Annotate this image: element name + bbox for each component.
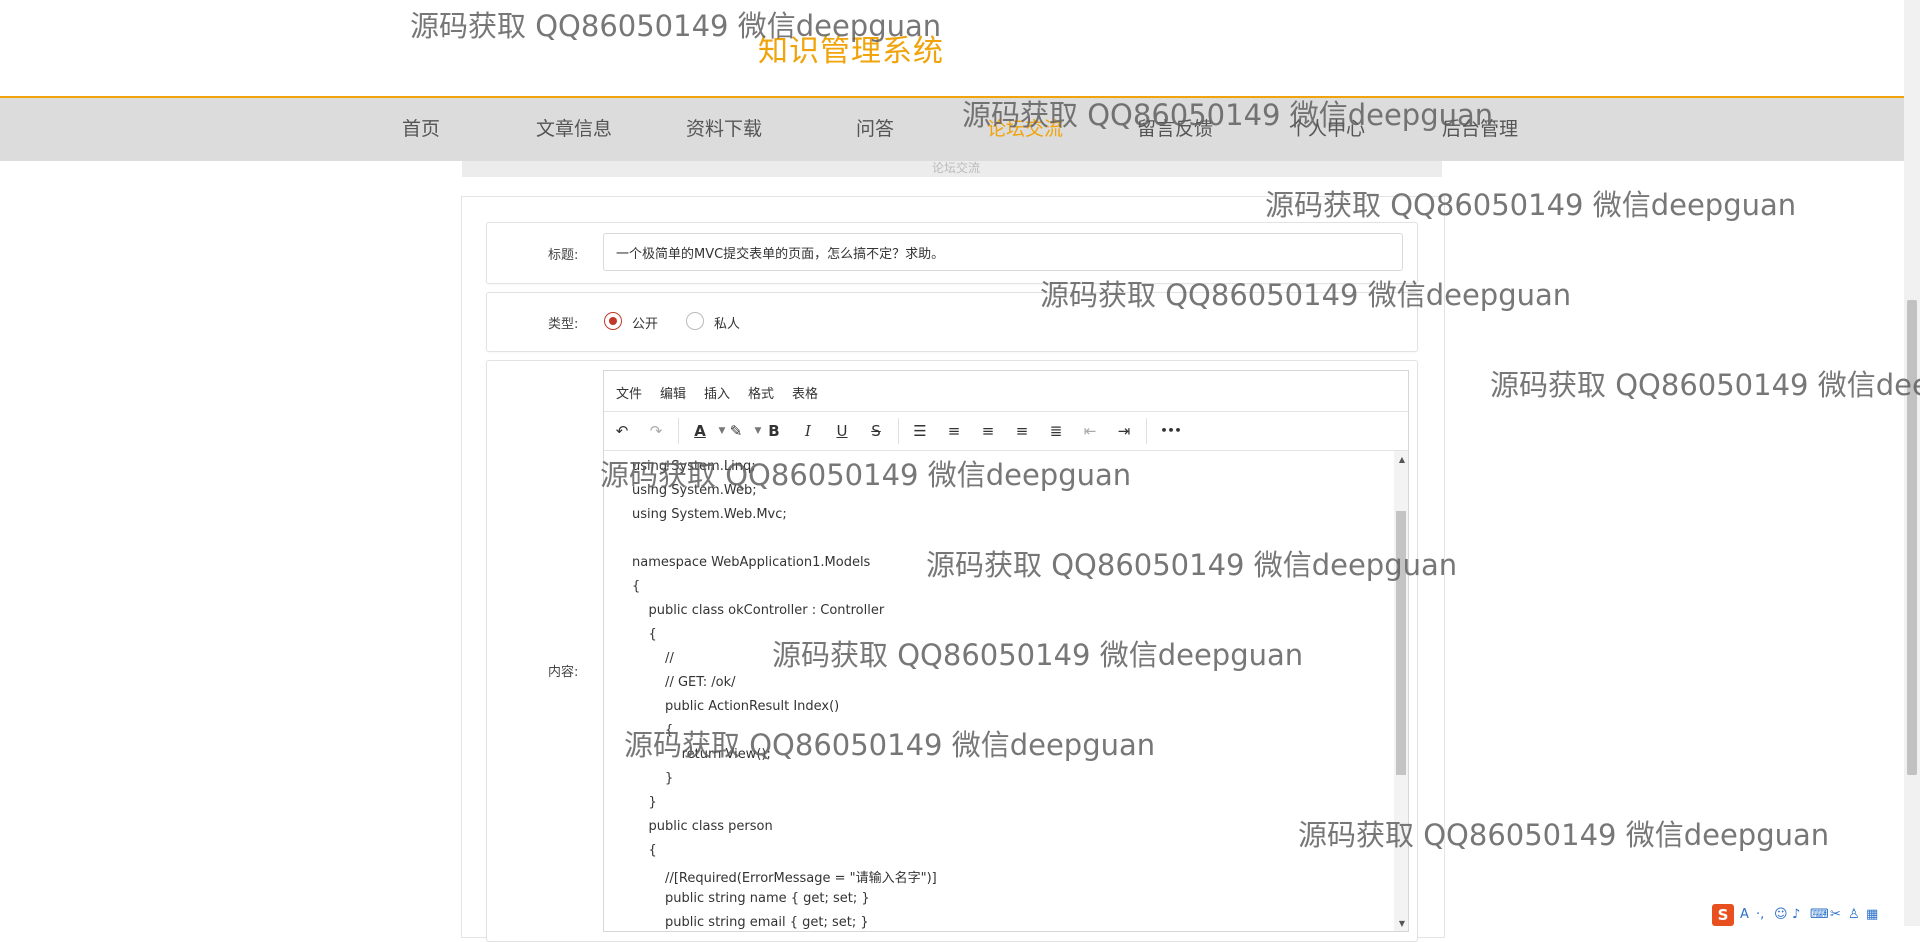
code-line: return View(); bbox=[632, 747, 771, 762]
code-line: namespace WebApplication1.Models bbox=[632, 555, 871, 570]
code-line: public string email { get; set; } bbox=[632, 915, 869, 930]
redo-icon[interactable]: ↷ bbox=[644, 420, 668, 442]
type-private-label: 私人 bbox=[714, 317, 741, 332]
nav-feedback[interactable]: 留言反馈 bbox=[1110, 98, 1240, 161]
code-line: { bbox=[632, 723, 674, 738]
line-height-icon[interactable]: ☰ bbox=[908, 420, 932, 442]
page-breadcrumb-strip: 论坛交流 bbox=[462, 161, 1442, 177]
code-line: //[Required(ErrorMessage = "请输入名字")] bbox=[632, 871, 937, 886]
nav-forum[interactable]: 论坛交流 bbox=[960, 98, 1090, 161]
editor-scrollbar-thumb[interactable] bbox=[1396, 511, 1406, 775]
nav-downloads[interactable]: 资料下载 bbox=[659, 98, 789, 161]
code-line: } bbox=[632, 771, 674, 786]
code-line: } bbox=[632, 795, 657, 810]
scroll-down-icon[interactable]: ▼ bbox=[1399, 919, 1405, 928]
title-input[interactable] bbox=[603, 233, 1403, 271]
align-left-icon[interactable]: ≡ bbox=[942, 420, 966, 442]
text-color-icon[interactable]: A bbox=[688, 420, 712, 442]
editor-toolbar: ↶ ↷ A ▼ ✎ ▼ B I U S ☰ ≡ ≡ ≡ ≣ ⇤ ⇥ ••• bbox=[604, 412, 1408, 451]
menu-format[interactable]: 格式 bbox=[748, 383, 774, 402]
nav-home[interactable]: 首页 bbox=[356, 98, 486, 161]
outdent-icon[interactable]: ⇤ bbox=[1078, 420, 1102, 442]
title-label: 标题: bbox=[548, 248, 579, 263]
ime-toolbar: S A ·, ☺ ♪ ⌨ ✂ ♙ ▦ bbox=[1712, 904, 1892, 926]
toolbar-separator bbox=[898, 418, 899, 444]
main-navbar: 首页 文章信息 资料下载 问答 论坛交流 留言反馈 个人中心 后台管理 bbox=[0, 98, 1904, 161]
rich-text-editor: 文件 编辑 插入 格式 表格 ↶ ↷ A ▼ ✎ ▼ B I U S ☰ ≡ ≡… bbox=[603, 370, 1409, 932]
ime-punctuation-icon[interactable]: ·, bbox=[1756, 907, 1764, 922]
code-line: public class person bbox=[632, 819, 773, 834]
menu-edit[interactable]: 编辑 bbox=[660, 383, 686, 402]
editor-menubar: 文件 编辑 插入 格式 表格 bbox=[604, 371, 1408, 412]
scroll-up-icon[interactable]: ▲ bbox=[1399, 455, 1405, 464]
align-right-icon[interactable]: ≡ bbox=[1010, 420, 1034, 442]
ime-keyboard-icon[interactable]: ⌨ bbox=[1810, 907, 1829, 922]
ime-language-icon[interactable]: A bbox=[1740, 907, 1749, 922]
site-title: 知识管理系统 bbox=[758, 34, 944, 69]
code-line: { bbox=[632, 627, 657, 642]
type-public-label: 公开 bbox=[632, 317, 659, 332]
ime-skin-icon[interactable]: ✂ bbox=[1830, 907, 1841, 922]
bold-icon[interactable]: B bbox=[762, 420, 786, 442]
undo-icon[interactable]: ↶ bbox=[610, 420, 634, 442]
menu-file[interactable]: 文件 bbox=[616, 383, 642, 402]
menu-insert[interactable]: 插入 bbox=[704, 383, 730, 402]
nav-articles[interactable]: 文章信息 bbox=[509, 98, 639, 161]
align-center-icon[interactable]: ≡ bbox=[976, 420, 1000, 442]
code-line: { bbox=[632, 843, 657, 858]
align-justify-icon[interactable]: ≣ bbox=[1044, 420, 1068, 442]
code-line: using System.Web; bbox=[632, 483, 757, 498]
ime-tools-icon[interactable]: ▦ bbox=[1866, 907, 1878, 922]
toolbar-separator bbox=[678, 418, 679, 444]
code-line: // GET: /ok/ bbox=[632, 675, 736, 690]
nav-admin[interactable]: 后台管理 bbox=[1415, 98, 1545, 161]
ime-logo-icon[interactable]: S bbox=[1712, 904, 1734, 926]
type-private-radio[interactable] bbox=[686, 312, 704, 330]
indent-icon[interactable]: ⇥ bbox=[1112, 420, 1136, 442]
ime-emoji-icon[interactable]: ☺ bbox=[1774, 907, 1788, 922]
content-label: 内容: bbox=[548, 665, 579, 680]
ime-user-icon[interactable]: ♙ bbox=[1848, 907, 1860, 922]
nav-user-center[interactable]: 个人中心 bbox=[1262, 98, 1392, 161]
underline-icon[interactable]: U bbox=[830, 420, 854, 442]
page-scrollbar[interactable] bbox=[1904, 0, 1920, 926]
code-line: using System.Web.Mvc; bbox=[632, 507, 787, 522]
ime-voice-icon[interactable]: ♪ bbox=[1792, 907, 1800, 922]
watermark: 源码获取 QQ86050149 微信deepguan bbox=[1490, 368, 1920, 402]
code-line: { bbox=[632, 579, 641, 594]
type-row bbox=[486, 292, 1418, 352]
highlight-icon[interactable]: ✎ bbox=[724, 420, 748, 442]
code-line: public string name { get; set; } bbox=[632, 891, 870, 906]
code-line: public class okController : Controller bbox=[632, 603, 885, 618]
toolbar-separator bbox=[1146, 418, 1147, 444]
menu-table[interactable]: 表格 bbox=[792, 383, 818, 402]
code-line: // bbox=[632, 651, 674, 666]
type-public-radio[interactable] bbox=[604, 312, 622, 330]
strikethrough-icon[interactable]: S bbox=[864, 420, 888, 442]
editor-content-area[interactable]: using System.Linq; using System.Web; using… bbox=[604, 451, 1389, 931]
page-scrollbar-thumb[interactable] bbox=[1907, 300, 1917, 775]
italic-icon[interactable]: I bbox=[796, 420, 820, 442]
page-subtitle: 论坛交流 bbox=[932, 161, 981, 175]
type-label: 类型: bbox=[548, 317, 579, 332]
more-icon[interactable]: ••• bbox=[1156, 420, 1186, 442]
code-line: public ActionResult Index() bbox=[632, 699, 840, 714]
code-line: using System.Linq; bbox=[632, 459, 756, 474]
nav-qa[interactable]: 问答 bbox=[810, 98, 940, 161]
